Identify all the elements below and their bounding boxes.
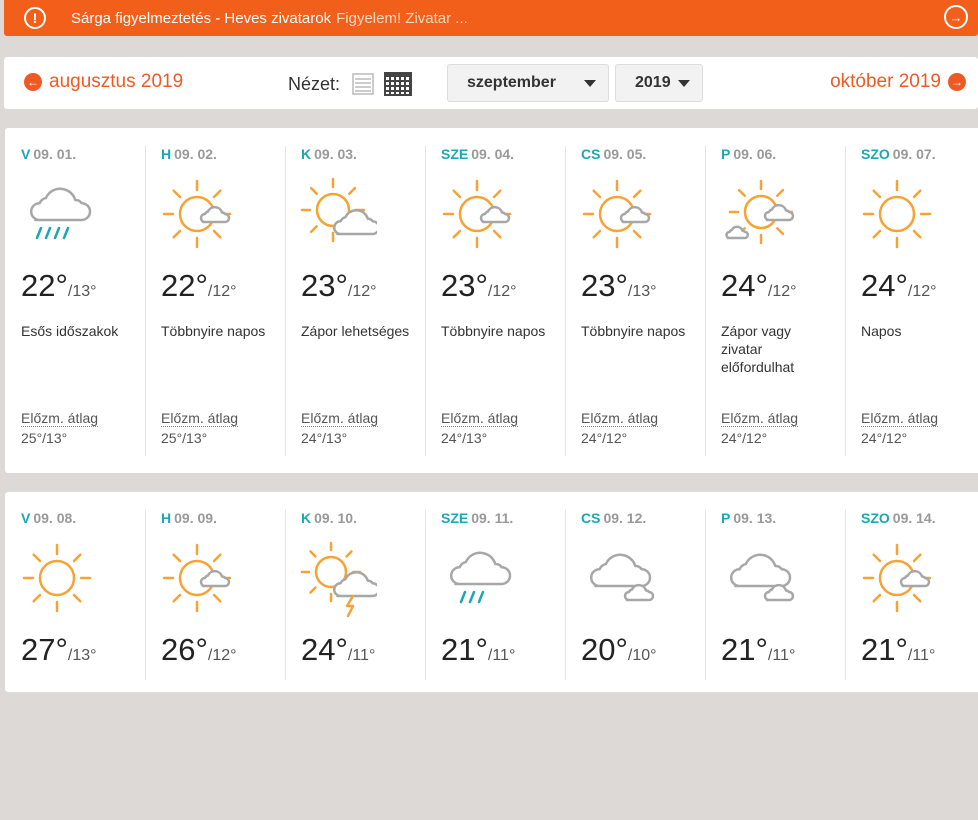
alert-icon: ! [24,7,46,29]
day-date: H 09. 02. [161,146,217,162]
day-card[interactable]: P 09. 13. 21°/11° [705,510,845,820]
year-select-value: 2019 [635,74,671,91]
day-card[interactable]: K 09. 10. 24°/11° [285,510,425,820]
day-card[interactable]: H 09. 09. 26°/12° [145,510,285,820]
month-navigation-bar: ← augusztus 2019 Nézet: szeptember 2019 [4,57,978,109]
day-temperature: 24°/11° [301,632,376,667]
day-temperature: 20°/10° [581,632,657,667]
day-temperature: 22°/13° [21,268,97,303]
day-description: Többnyire napos [441,323,546,339]
day-temperature: 27°/13° [21,632,97,667]
day-description: Többnyire napos [161,323,266,339]
sun-icon [22,543,92,613]
day-date: K 09. 10. [301,510,357,526]
historical-average: Előzm. átlag 24°/13° [301,410,379,446]
clouds-icon [590,553,655,602]
day-temperature: 23°/13° [581,268,657,303]
day-description: Esős időszakok [21,323,119,339]
thunderstorm-icon [300,541,377,618]
day-temperature: 21°/11° [721,632,796,667]
historical-average: Előzm. átlag 24°/12° [861,410,939,446]
list-view-icon[interactable] [352,73,374,95]
view-switcher: Nézet: [288,72,413,96]
sun-cloud-icon [862,543,932,613]
alert-title: Sárga figyelmeztetés - Heves zivatarok [71,9,332,27]
day-date: P 09. 06. [721,146,777,162]
day-date: SZO 09. 14. [861,510,936,526]
view-label: Nézet: [288,73,341,94]
day-card[interactable]: V 09. 08. 27°/13° [5,510,145,820]
month-select[interactable]: szeptember [447,64,609,102]
historical-average: Előzm. átlag 24°/12° [721,410,799,446]
sun-cloud-icon [162,543,232,613]
weather-alert-banner[interactable]: ! Sárga figyelmeztetés - Heves zivatarok… [4,0,978,36]
sun-cloud-icon [442,179,512,249]
day-temperature: 21°/11° [441,632,516,667]
day-date: P 09. 13. [721,510,777,526]
sun-icon [862,179,932,249]
day-card[interactable]: SZO 09. 07. 24°/12° Napos Előzm. átlag 24°… [845,146,978,456]
day-description: Zápor lehetséges [301,323,410,339]
day-temperature: 23°/12° [441,268,517,303]
historical-average: Előzm. átlag 24°/12° [581,410,659,446]
day-card[interactable]: SZE 09. 04. 23°/12° Többnyire napos Előzm… [425,146,565,456]
chevron-down-icon [678,80,690,87]
day-date: SZE 09. 04. [441,146,515,162]
prev-month-link[interactable]: ← augusztus 2019 [24,71,183,93]
day-description: Többnyire napos [581,323,686,339]
sun-cloud-icon [162,179,232,249]
historical-average: Előzm. átlag 25°/13° [21,410,99,446]
day-card[interactable]: K 09. 03. 23°/12° Zápor lehetséges Előzm.… [285,146,425,456]
chevron-down-icon [584,80,596,87]
sun-clouds-icon [725,179,795,245]
day-description: Zápor vagy zivatar előfordulhat [721,323,795,375]
year-select[interactable]: 2019 [615,64,703,102]
calendar-week-1: V 09. 01. 22°/13° Esős időszakok Előzm. á… [5,128,978,473]
month-select-value: szeptember [467,74,556,91]
day-date: CS 09. 12. [581,510,647,526]
next-month-link[interactable]: október 2019 → [830,71,966,93]
day-date: CS 09. 05. [581,146,647,162]
prev-month-label: augusztus 2019 [49,71,184,92]
day-card[interactable]: CS 09. 05. 23°/13° Többnyire napos Előzm.… [565,146,705,456]
arrow-right-circle-icon[interactable]: → [944,5,968,29]
day-date: V 09. 01. [21,146,77,162]
day-temperature: 22°/12° [161,268,237,303]
rain-cloud-icon [450,551,512,604]
day-date: H 09. 09. [161,510,217,526]
day-temperature: 24°/12° [861,268,937,303]
day-temperature: 21°/11° [861,632,936,667]
day-date: SZE 09. 11. [441,510,514,526]
historical-average: Előzm. átlag 24°/13° [441,410,519,446]
arrow-left-icon: ← [24,73,42,91]
day-date: SZO 09. 07. [861,146,936,162]
next-month-label: október 2019 [830,71,941,92]
day-description: Napos [861,323,902,339]
day-temperature: 23°/12° [301,268,377,303]
alert-text: Figyelem! Zivatar ... [336,9,468,27]
day-card[interactable]: P 09. 06. 24°/12° Zápor vagy zivatar előf… [705,146,845,456]
sun-cloud-icon [300,177,377,243]
historical-average: Előzm. átlag 25°/13° [161,410,239,446]
sun-cloud-icon [582,179,652,249]
day-card[interactable]: H 09. 02. 22°/12° Többnyire napos Előzm. … [145,146,285,456]
day-card[interactable]: CS 09. 12. 20°/10° [565,510,705,820]
day-temperature: 26°/12° [161,632,237,667]
day-card[interactable]: V 09. 01. 22°/13° Esős időszakok Előzm. á… [5,146,145,456]
day-card[interactable]: SZO 09. 14. 21°/11° [845,510,978,820]
day-temperature: 24°/12° [721,268,797,303]
day-date: K 09. 03. [301,146,357,162]
rain-cloud-icon [30,187,92,240]
day-date: V 09. 08. [21,510,77,526]
calendar-view-icon[interactable] [384,72,413,96]
calendar-week-2: V 09. 08. 27°/13° H 09. 09. 26°/12° K 09. 1… [5,492,978,692]
arrow-right-icon: → [948,73,966,91]
clouds-icon [730,553,795,602]
day-card[interactable]: SZE 09. 11. 21°/11° [425,510,565,820]
